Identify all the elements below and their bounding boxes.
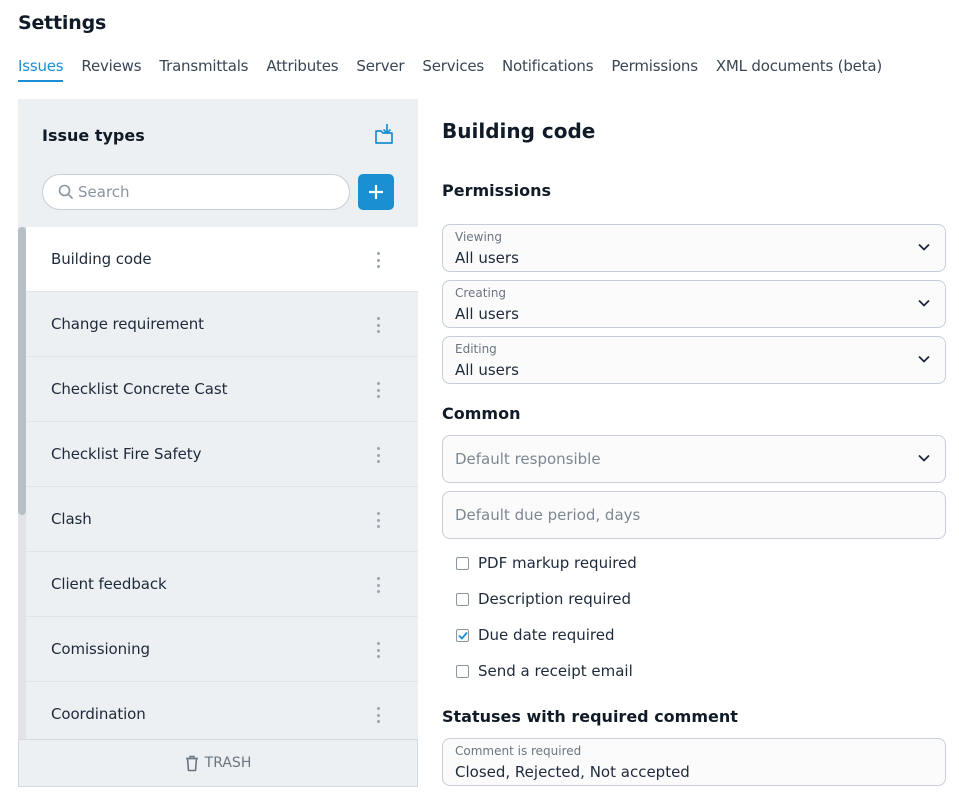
tab-xml-documents[interactable]: XML documents (beta) xyxy=(716,56,882,84)
editing-value: All users xyxy=(455,361,519,379)
list-item[interactable]: Checklist Fire Safety xyxy=(26,422,418,487)
plus-icon xyxy=(368,184,384,200)
tab-attributes[interactable]: Attributes xyxy=(266,56,338,84)
viewing-label: Viewing xyxy=(455,230,503,244)
checkmark-icon xyxy=(457,631,468,640)
receipt-email-checkbox[interactable] xyxy=(456,664,469,678)
tab-issues[interactable]: Issues xyxy=(18,56,64,82)
due-date-checkbox-row[interactable]: Due date required xyxy=(456,626,615,644)
tab-server[interactable]: Server xyxy=(356,56,404,84)
more-options-icon[interactable] xyxy=(372,315,384,335)
list-item[interactable]: Clash xyxy=(26,487,418,552)
trash-button[interactable]: TRASH xyxy=(18,739,418,787)
viewing-select[interactable]: Viewing All users xyxy=(442,224,946,272)
list-item[interactable]: Building code xyxy=(26,227,418,292)
pdf-markup-checkbox[interactable] xyxy=(456,556,469,570)
more-options-icon[interactable] xyxy=(372,575,384,595)
list-item-label: Change requirement xyxy=(51,315,204,333)
search-input[interactable] xyxy=(78,183,318,201)
folder-import-icon[interactable] xyxy=(374,123,394,145)
trash-icon xyxy=(185,755,199,772)
list-item[interactable]: Change requirement xyxy=(26,292,418,357)
creating-select[interactable]: Creating All users xyxy=(442,280,946,328)
required-comment-value: Closed, Rejected, Not accepted xyxy=(455,763,690,781)
page-title: Settings xyxy=(18,12,107,34)
tab-permissions[interactable]: Permissions xyxy=(611,56,698,84)
common-heading: Common xyxy=(442,404,521,423)
description-checkbox[interactable] xyxy=(456,592,469,606)
more-options-icon[interactable] xyxy=(372,380,384,400)
statuses-heading: Statuses with required comment xyxy=(442,707,738,726)
default-responsible-placeholder: Default responsible xyxy=(455,450,601,468)
pdf-markup-label: PDF markup required xyxy=(478,554,637,572)
chevron-down-icon xyxy=(917,453,931,463)
list-item[interactable]: Coordination xyxy=(26,682,418,739)
more-options-icon[interactable] xyxy=(372,640,384,660)
chevron-down-icon xyxy=(917,298,931,308)
search-icon xyxy=(58,184,74,200)
issue-type-list: Building code Change requirement Checkli… xyxy=(26,227,418,739)
list-item[interactable]: Comissioning xyxy=(26,617,418,682)
due-date-label: Due date required xyxy=(478,626,615,644)
add-issue-type-button[interactable] xyxy=(358,174,394,210)
more-options-icon[interactable] xyxy=(372,705,384,725)
receipt-email-label: Send a receipt email xyxy=(478,662,633,680)
description-label: Description required xyxy=(478,590,632,608)
settings-tabs: Issues Reviews Transmittals Attributes S… xyxy=(18,56,900,84)
trash-label: TRASH xyxy=(204,755,252,771)
tab-services[interactable]: Services xyxy=(422,56,484,84)
more-options-icon[interactable] xyxy=(372,250,384,270)
tab-notifications[interactable]: Notifications xyxy=(502,56,593,84)
list-item-label: Comissioning xyxy=(51,640,150,658)
list-item-label: Building code xyxy=(51,250,152,268)
editing-label: Editing xyxy=(455,342,497,356)
issue-types-panel: Issue types Building code xyxy=(18,99,418,787)
editing-select[interactable]: Editing All users xyxy=(442,336,946,384)
permissions-heading: Permissions xyxy=(442,181,552,200)
list-item-label: Checklist Fire Safety xyxy=(51,445,202,463)
default-due-period-placeholder: Default due period, days xyxy=(455,506,641,524)
due-date-checkbox[interactable] xyxy=(456,628,469,642)
required-comment-label: Comment is required xyxy=(455,744,582,758)
issue-types-title: Issue types xyxy=(42,126,145,145)
search-field[interactable] xyxy=(42,174,350,210)
creating-value: All users xyxy=(455,305,519,323)
default-due-period-input[interactable]: Default due period, days xyxy=(442,491,946,539)
list-item[interactable]: Client feedback xyxy=(26,552,418,617)
list-item-label: Coordination xyxy=(51,705,146,723)
more-options-icon[interactable] xyxy=(372,445,384,465)
tab-transmittals[interactable]: Transmittals xyxy=(159,56,248,84)
list-item-label: Checklist Concrete Cast xyxy=(51,380,228,398)
scrollbar-thumb[interactable] xyxy=(18,227,26,515)
detail-title: Building code xyxy=(442,119,596,143)
chevron-down-icon xyxy=(917,354,931,364)
viewing-value: All users xyxy=(455,249,519,267)
list-item-label: Clash xyxy=(51,510,92,528)
pdf-markup-checkbox-row[interactable]: PDF markup required xyxy=(456,554,637,572)
list-item[interactable]: Checklist Concrete Cast xyxy=(26,357,418,422)
creating-label: Creating xyxy=(455,286,507,300)
chevron-down-icon xyxy=(917,242,931,252)
more-options-icon[interactable] xyxy=(372,510,384,530)
required-comment-statuses-select[interactable]: Comment is required Closed, Rejected, No… xyxy=(442,738,946,786)
description-checkbox-row[interactable]: Description required xyxy=(456,590,631,608)
receipt-email-checkbox-row[interactable]: Send a receipt email xyxy=(456,662,633,680)
list-item-label: Client feedback xyxy=(51,575,167,593)
tab-reviews[interactable]: Reviews xyxy=(81,56,141,84)
default-responsible-select[interactable]: Default responsible xyxy=(442,435,946,483)
